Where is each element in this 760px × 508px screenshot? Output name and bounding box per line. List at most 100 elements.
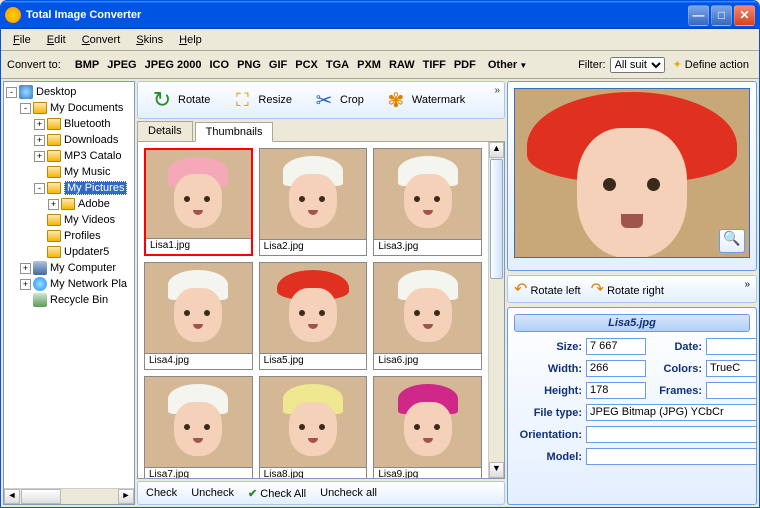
tab-details[interactable]: Details <box>137 121 193 141</box>
collapse-icon[interactable]: - <box>6 87 17 98</box>
filter-select[interactable]: All suit <box>610 57 665 73</box>
other-formats-button[interactable]: Other <box>484 57 531 73</box>
format-gif[interactable]: GIF <box>265 57 291 73</box>
check-button[interactable]: Check <box>146 487 177 499</box>
format-pcx[interactable]: PCX <box>291 57 322 73</box>
menu-help[interactable]: Help <box>171 31 210 49</box>
expand-icon[interactable]: + <box>20 263 31 274</box>
tree-item[interactable]: +MP3 Catalo <box>6 148 132 164</box>
expand-icon[interactable]: + <box>34 135 45 146</box>
titlebar[interactable]: Total Image Converter — □ ✕ <box>1 1 759 29</box>
thumbnail-item[interactable]: Lisa1.jpg <box>144 148 253 256</box>
scroll-thumb[interactable] <box>21 489 61 504</box>
define-action-button[interactable]: ✦Define action <box>669 56 753 73</box>
collapse-icon[interactable]: - <box>34 183 45 194</box>
folder-icon <box>47 230 61 242</box>
format-raw[interactable]: RAW <box>385 57 419 73</box>
uncheck-all-button[interactable]: Uncheck all <box>320 487 377 499</box>
thumbnails-vertical-scrollbar[interactable]: ▲ ▼ <box>488 142 504 478</box>
tab-thumbnails[interactable]: Thumbnails <box>195 122 274 142</box>
maximize-button[interactable]: □ <box>711 5 732 26</box>
expand-icon[interactable]: + <box>48 199 59 210</box>
tree-item[interactable]: +Downloads <box>6 132 132 148</box>
uncheck-button[interactable]: Uncheck <box>191 487 234 499</box>
format-pdf[interactable]: PDF <box>450 57 480 73</box>
panel-chevron-icon[interactable]: » <box>744 279 750 290</box>
folder-icon <box>47 246 61 258</box>
check-icon: ✔ <box>248 488 257 500</box>
scroll-thumb[interactable] <box>490 159 503 279</box>
scroll-left-arrow[interactable]: ◄ <box>4 489 20 504</box>
format-tga[interactable]: TGA <box>322 57 353 73</box>
thumbnail-caption: Lisa5.jpg <box>260 353 367 369</box>
folder-icon <box>47 166 61 178</box>
scroll-down-arrow[interactable]: ▼ <box>489 462 504 478</box>
close-button[interactable]: ✕ <box>734 5 755 26</box>
tree-item[interactable]: My Music <box>6 164 132 180</box>
expand-icon[interactable]: + <box>20 279 31 290</box>
star-icon: ✦ <box>673 58 682 71</box>
frames-label: Frames: <box>650 385 702 397</box>
tree-item-label: My Documents <box>50 102 123 114</box>
menu-skins[interactable]: Skins <box>128 31 171 49</box>
toolbar-chevron-icon[interactable]: » <box>494 85 500 96</box>
rotate-left-button[interactable]: ↶ Rotate left <box>514 279 581 299</box>
format-ico[interactable]: ICO <box>206 57 234 73</box>
tree-item[interactable]: - My Documents <box>6 100 132 116</box>
folder-icon <box>33 102 47 114</box>
expand-icon[interactable]: + <box>34 151 45 162</box>
preview-content <box>577 128 687 258</box>
center-panel: ↻Rotate ⛶Resize ✂Crop ✾Watermark » Detai… <box>137 81 505 505</box>
menu-file[interactable]: File <box>5 31 39 49</box>
tree-item[interactable]: +Adobe <box>6 196 132 212</box>
resize-button[interactable]: ⛶Resize <box>224 86 298 114</box>
tree-item[interactable]: Profiles <box>6 228 132 244</box>
scroll-right-arrow[interactable]: ► <box>118 489 134 504</box>
menu-convert[interactable]: Convert <box>74 31 129 49</box>
thumbnail-image <box>146 150 251 238</box>
format-tiff[interactable]: TIFF <box>419 57 450 73</box>
bin-icon <box>33 293 47 307</box>
thumbnail-item[interactable]: Lisa6.jpg <box>373 262 482 370</box>
zoom-button[interactable]: 🔍 <box>719 229 745 253</box>
height-label: Height: <box>514 385 582 397</box>
tree-horizontal-scrollbar[interactable]: ◄ ► <box>4 488 134 504</box>
thumbnail-item[interactable]: Lisa7.jpg <box>144 376 253 478</box>
format-png[interactable]: PNG <box>233 57 265 73</box>
app-window: Total Image Converter — □ ✕ FileEditConv… <box>0 0 760 508</box>
crop-button[interactable]: ✂Crop <box>306 86 370 114</box>
format-jpeg2000[interactable]: JPEG 2000 <box>141 57 206 73</box>
watermark-icon: ✾ <box>384 88 408 112</box>
check-all-button[interactable]: ✔ Check All <box>248 487 306 500</box>
format-pxm[interactable]: PXM <box>353 57 385 73</box>
tree-root-desktop[interactable]: - Desktop <box>6 84 132 100</box>
model-value <box>586 448 757 465</box>
thumbnail-caption: Lisa1.jpg <box>146 238 251 254</box>
rotate-button[interactable]: ↻Rotate <box>144 86 216 114</box>
tree-item[interactable]: My Videos <box>6 212 132 228</box>
collapse-icon[interactable]: - <box>20 103 31 114</box>
thumbnail-item[interactable]: Lisa8.jpg <box>259 376 368 478</box>
tree-item[interactable]: +Bluetooth <box>6 116 132 132</box>
folder-tree-panel[interactable]: - Desktop - My Documents +Bluetooth+Downlo… <box>3 81 135 505</box>
thumbnail-item[interactable]: Lisa5.jpg <box>259 262 368 370</box>
tree-item[interactable]: Updater5 <box>6 244 132 260</box>
scroll-up-arrow[interactable]: ▲ <box>489 142 504 158</box>
thumbnail-item[interactable]: Lisa9.jpg <box>373 376 482 478</box>
tree-item[interactable]: Recycle Bin <box>6 292 132 308</box>
format-jpeg[interactable]: JPEG <box>103 57 140 73</box>
colors-value: TrueC <box>706 360 757 377</box>
minimize-button[interactable]: — <box>688 5 709 26</box>
tree-item[interactable]: -My Pictures <box>6 180 132 196</box>
preview-image[interactable]: 🔍 <box>514 88 750 258</box>
expand-icon[interactable]: + <box>34 119 45 130</box>
watermark-button[interactable]: ✾Watermark <box>378 86 471 114</box>
format-bmp[interactable]: BMP <box>71 57 103 73</box>
tree-item[interactable]: +My Network Pla <box>6 276 132 292</box>
thumbnail-item[interactable]: Lisa4.jpg <box>144 262 253 370</box>
thumbnail-item[interactable]: Lisa2.jpg <box>259 148 368 256</box>
thumbnail-item[interactable]: Lisa3.jpg <box>373 148 482 256</box>
tree-item[interactable]: +My Computer <box>6 260 132 276</box>
rotate-right-button[interactable]: ↷ Rotate right <box>591 279 664 299</box>
menu-edit[interactable]: Edit <box>39 31 74 49</box>
